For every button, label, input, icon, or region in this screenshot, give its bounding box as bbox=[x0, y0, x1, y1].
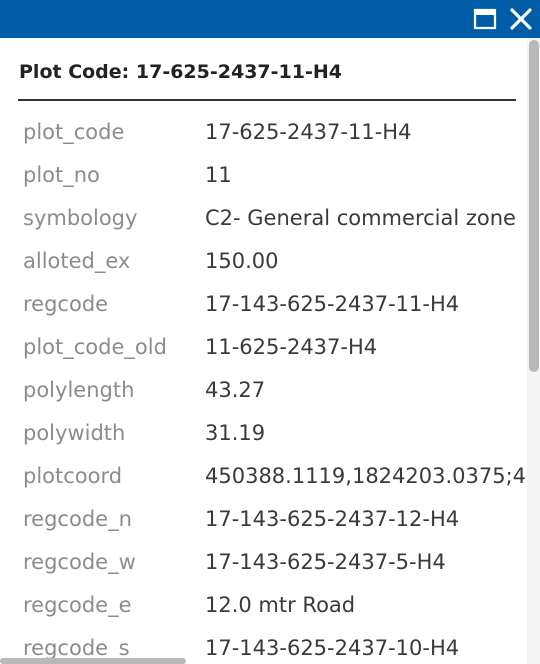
attribute-key: regcode_n bbox=[23, 507, 132, 531]
attribute-row: regcode 17-143-625-2437-11-H4 bbox=[0, 283, 527, 326]
attribute-key: plot_code bbox=[23, 120, 125, 144]
vertical-scrollbar-thumb[interactable] bbox=[529, 40, 539, 372]
attribute-key: plotcoord bbox=[23, 464, 123, 488]
attribute-key: regcode bbox=[23, 292, 109, 316]
attribute-value: 17-143-625-2437-5-H4 bbox=[205, 550, 446, 574]
close-icon bbox=[510, 8, 532, 30]
attribute-table: plot_code 17-625-2437-11-H4 plot_no 11 s… bbox=[0, 111, 527, 664]
attribute-row: plot_code_old 11-625-2437-H4 bbox=[0, 326, 527, 369]
attribute-value: 11 bbox=[205, 163, 232, 187]
attribute-key: polylength bbox=[23, 378, 135, 402]
popup-titlebar bbox=[0, 0, 540, 38]
attribute-row: regcode_w 17-143-625-2437-5-H4 bbox=[0, 541, 527, 584]
attribute-value: 12.0 mtr Road bbox=[205, 593, 356, 617]
attribute-value: 17-143-625-2437-11-H4 bbox=[205, 292, 460, 316]
attribute-row: regcode_e 12.0 mtr Road bbox=[0, 584, 527, 627]
attribute-value: 43.27 bbox=[205, 378, 266, 402]
attribute-key: plot_no bbox=[23, 163, 100, 187]
horizontal-scrollbar-thumb[interactable] bbox=[0, 658, 186, 664]
attribute-value: 11-625-2437-H4 bbox=[205, 335, 378, 359]
attribute-row: symbology C2- General commercial zone bbox=[0, 197, 527, 240]
attribute-value: C2- General commercial zone bbox=[205, 206, 516, 230]
attribute-key: symbology bbox=[23, 206, 138, 230]
attribute-row: plot_code 17-625-2437-11-H4 bbox=[0, 111, 527, 154]
close-button[interactable] bbox=[508, 6, 534, 32]
attribute-row: alloted_ex 150.00 bbox=[0, 240, 527, 283]
popup-window: Plot Code: 17-625-2437-11-H4 plot_code 1… bbox=[0, 0, 540, 664]
popup-title: Plot Code: 17-625-2437-11-H4 bbox=[19, 61, 342, 83]
attribute-value: 17-143-625-2437-12-H4 bbox=[205, 507, 460, 531]
attribute-key: polywidth bbox=[23, 421, 126, 445]
attribute-value: 150.00 bbox=[205, 249, 279, 273]
attribute-value: 17-143-625-2437-10-H4 bbox=[205, 636, 460, 660]
attribute-row: plot_no 11 bbox=[0, 154, 527, 197]
title-divider bbox=[18, 99, 516, 101]
attribute-row: regcode_n 17-143-625-2437-12-H4 bbox=[0, 498, 527, 541]
attribute-value: 450388.1119,1824203.0375;4 bbox=[205, 464, 527, 488]
attribute-value: 31.19 bbox=[205, 421, 266, 445]
attribute-value: 17-625-2437-11-H4 bbox=[205, 120, 412, 144]
popup-content[interactable]: Plot Code: 17-625-2437-11-H4 plot_code 1… bbox=[0, 38, 527, 664]
attribute-key: regcode_e bbox=[23, 593, 132, 617]
attribute-row: polylength 43.27 bbox=[0, 369, 527, 412]
attribute-key: plot_code_old bbox=[23, 335, 167, 359]
maximize-button[interactable] bbox=[473, 7, 497, 31]
maximize-icon bbox=[473, 8, 497, 30]
attribute-row: polywidth 31.19 bbox=[0, 412, 527, 455]
attribute-key: alloted_ex bbox=[23, 249, 131, 273]
attribute-key: regcode_w bbox=[23, 550, 136, 574]
attribute-row: plotcoord 450388.1119,1824203.0375;4 bbox=[0, 455, 527, 498]
